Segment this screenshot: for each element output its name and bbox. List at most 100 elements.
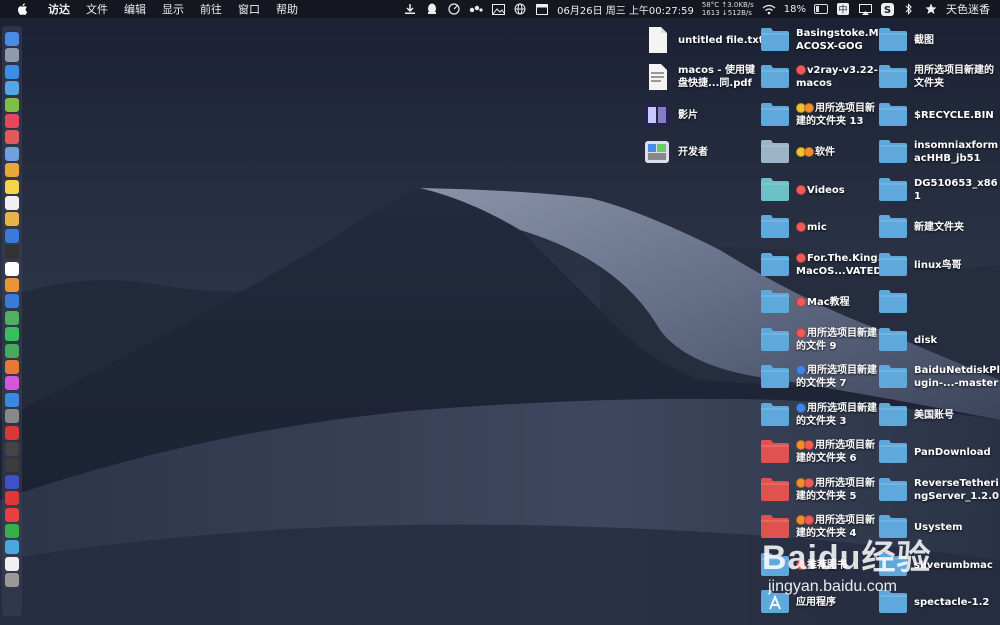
menu-finder[interactable]: 访达 — [40, 1, 78, 17]
desktop-folder[interactable]: mic — [760, 210, 827, 244]
battery-percent[interactable]: 18% — [784, 4, 806, 15]
dock-spotlight-icon[interactable] — [5, 146, 19, 161]
desktop-file[interactable]: macos - 使用键盘快捷...同.pdf — [642, 60, 764, 94]
desktop-folder[interactable]: ReverseTetheringServer_1.2.0 — [878, 473, 1000, 507]
dock-system-prefs-icon[interactable] — [5, 48, 19, 63]
color-tags — [796, 65, 806, 75]
color-tags — [796, 184, 806, 195]
desktop-folder[interactable]: PanDownload — [878, 435, 991, 469]
dock-app-store-alt-icon[interactable] — [5, 81, 19, 96]
apple-menu-icon[interactable] — [16, 2, 30, 16]
desktop-folder[interactable] — [878, 285, 914, 319]
dock-wechat-icon[interactable] — [5, 524, 19, 538]
desktop-folder[interactable]: 用所选项目新建的文件夹 5 — [760, 473, 882, 507]
globe-icon[interactable] — [513, 3, 527, 15]
desktop-folder[interactable]: v2ray-v3.22-macos — [760, 60, 882, 94]
desktop-file[interactable]: 影片 — [642, 98, 698, 132]
dock-vivaldi-icon[interactable] — [5, 425, 19, 440]
star-icon[interactable] — [924, 3, 938, 15]
desktop-folder[interactable]: DG510653_x861 — [878, 173, 1000, 207]
tag-red — [796, 221, 806, 232]
wifi-icon[interactable] — [762, 3, 776, 15]
dock-console-icon[interactable] — [5, 442, 19, 456]
qq-icon[interactable] — [425, 3, 439, 15]
folder-icon — [878, 63, 908, 91]
bluetooth-icon[interactable] — [902, 3, 916, 15]
dock-chart-icon[interactable] — [5, 360, 19, 374]
desktop-folder[interactable]: 用所选项目新建的文件夹 6 — [760, 435, 882, 469]
desktop-file[interactable]: untitled file.txt — [642, 23, 764, 57]
dock-trash-icon[interactable] — [5, 573, 19, 588]
dots-menu-icon[interactable] — [469, 3, 483, 15]
clock-text[interactable]: 06月26日 周三 上午00:27:59 — [557, 2, 694, 17]
dock-reminders-icon[interactable] — [5, 196, 19, 210]
menu-help[interactable]: 帮助 — [268, 1, 306, 17]
menu-file[interactable]: 文件 — [78, 1, 116, 17]
dock-music-icon[interactable] — [5, 114, 19, 128]
dock-itunes-icon[interactable] — [5, 376, 19, 391]
menu-edit[interactable]: 编辑 — [116, 1, 154, 17]
dock-app-store-icon[interactable] — [5, 392, 19, 407]
desktop-folder[interactable]: For.The.King.MacOS...VATED — [760, 248, 882, 282]
dock-calendar-2-icon[interactable] — [5, 261, 19, 276]
desktop-folder[interactable]: 用所选项目新建的文件夹 3 — [760, 398, 882, 432]
dock-finder-icon[interactable] — [5, 32, 19, 46]
dock-extra-icon[interactable] — [5, 540, 19, 555]
desktop-item-name: For.The.King.MacOS...VATED — [796, 253, 882, 277]
system-stats[interactable]: 58°C ↑3.0KB/s 1613 ↓512B/s — [702, 1, 754, 17]
calendar-icon[interactable] — [535, 3, 549, 15]
stats-line-1: 58°C ↑3.0KB/s — [701, 1, 754, 9]
desktop-folder[interactable]: 美国账号 — [878, 398, 954, 432]
dock-finder-2-icon[interactable] — [5, 228, 19, 243]
desktop-folder[interactable]: linux鸟哥 — [878, 248, 962, 282]
menu-window[interactable]: 窗口 — [230, 1, 268, 17]
dock-pages-icon[interactable] — [5, 278, 19, 292]
desktop-folder[interactable]: Basingstoke.MACOSX-GOG — [760, 23, 882, 57]
dock-chrome-icon[interactable] — [5, 163, 19, 178]
desktop-folder[interactable]: disk — [878, 323, 937, 357]
battery-icon[interactable] — [814, 3, 828, 15]
desktop-file[interactable]: 开发者 — [642, 135, 708, 169]
dock-vpn-icon[interactable] — [5, 474, 19, 489]
dock-maps-icon[interactable] — [5, 310, 19, 325]
menu-go[interactable]: 前往 — [192, 1, 230, 17]
desktop-folder[interactable]: 用所选项目新建的文件 9 — [760, 323, 882, 357]
cast-icon[interactable] — [858, 3, 872, 15]
image-icon[interactable] — [491, 3, 505, 15]
dock-calendar-icon[interactable] — [5, 130, 19, 145]
dock-safari-icon[interactable] — [5, 64, 19, 79]
dock-weibo-icon[interactable] — [5, 507, 19, 522]
download-icon[interactable] — [403, 3, 417, 15]
dock-preferences-icon[interactable] — [5, 409, 19, 424]
desktop-folder[interactable]: 用所选项目新建的文件夹 7 — [760, 360, 882, 394]
dock-terminal-icon[interactable] — [5, 245, 19, 260]
dock-keynote-icon[interactable] — [5, 294, 19, 309]
desktop-folder[interactable]: 截图 — [878, 23, 934, 57]
tag-red — [804, 440, 814, 450]
dock-yandex-icon[interactable] — [5, 491, 19, 506]
dock-numbers-icon[interactable] — [5, 343, 19, 358]
desktop-item-label: ReverseTetheringServer_1.2.0 — [914, 477, 1000, 503]
dock-messages-icon[interactable] — [5, 327, 19, 342]
user-menu[interactable]: 天色迷香 — [946, 1, 990, 17]
dock-photos-icon[interactable] — [5, 212, 19, 227]
desktop-folder[interactable]: 用所选项目新建的文件夹 — [878, 60, 1000, 94]
desktop-folder[interactable]: 用所选项目新建的文件夹 13 — [760, 98, 882, 132]
activity-dial-icon[interactable] — [447, 3, 461, 15]
menu-view[interactable]: 显示 — [154, 1, 192, 17]
desktop-folder[interactable]: $RECYCLE.BIN — [878, 98, 994, 132]
dock-android-file-icon[interactable] — [5, 97, 19, 112]
desktop-folder[interactable]: Mac教程 — [760, 285, 850, 319]
desktop-folder[interactable]: 软件 — [760, 135, 835, 169]
desktop-folder[interactable]: 新建文件夹 — [878, 210, 964, 244]
desktop-folder[interactable]: insomniaxformacHHB_jb51 — [878, 135, 1000, 169]
desktop-folder[interactable]: Videos — [760, 173, 845, 207]
dock-document-icon[interactable] — [5, 556, 19, 571]
desktop-item-name: Mac教程 — [807, 296, 850, 308]
s-app-icon[interactable]: S — [880, 2, 894, 16]
input-method-icon[interactable]: 中 — [836, 3, 850, 15]
pdf-icon — [642, 63, 672, 91]
dock-notes-icon[interactable] — [5, 179, 19, 194]
dock-activity-icon[interactable] — [5, 458, 19, 473]
desktop-folder[interactable]: BaiduNetdiskPlugin-...-master — [878, 360, 1000, 394]
